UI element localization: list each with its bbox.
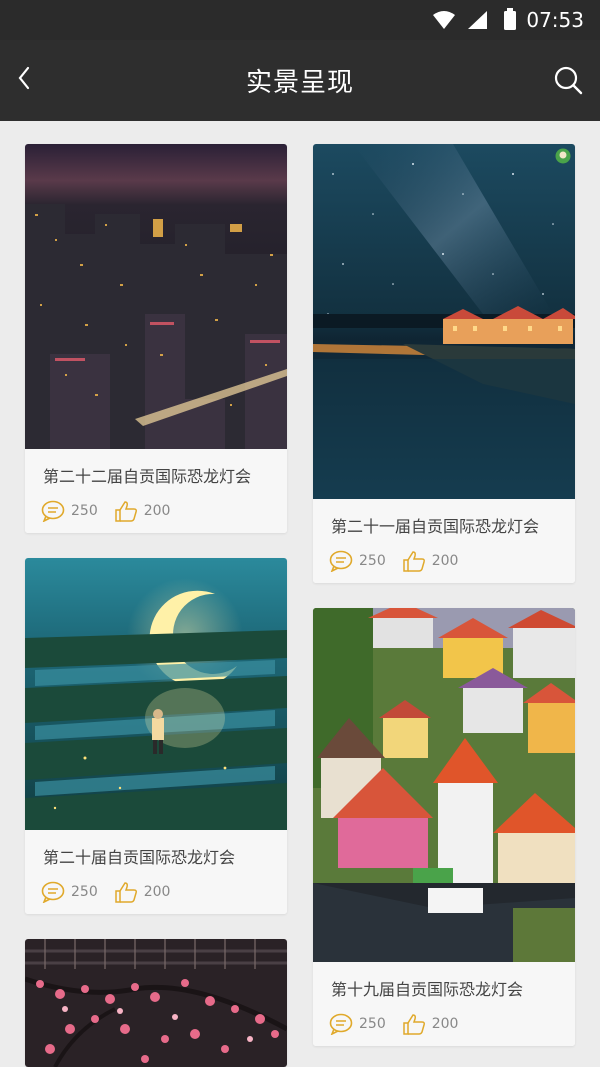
comment-icon[interactable] [329, 550, 353, 572]
card-stats: 250 200 [41, 880, 186, 904]
search-icon [554, 66, 583, 95]
gallery-card[interactable]: 第二十届自贡国际恐龙灯会 250 200 [25, 558, 287, 914]
watermark-logo-icon [555, 148, 571, 164]
search-button[interactable] [550, 62, 586, 98]
status-time: 07:53 [526, 8, 584, 32]
app-bar: 实景呈现 [0, 40, 600, 121]
card-caption: 第二十二届自贡国际恐龙灯会 250 200 [25, 449, 287, 533]
status-bar: 07:53 [0, 0, 600, 40]
comment-count: 250 [359, 553, 386, 569]
card-title: 第十九届自贡国际恐龙灯会 [331, 980, 524, 999]
card-stats: 250 200 [41, 499, 186, 523]
card-caption: 第二十一届自贡国际恐龙灯会 250 200 [313, 499, 575, 583]
comment-icon[interactable] [329, 1013, 353, 1035]
card-title: 第二十届自贡国际恐龙灯会 [43, 848, 236, 867]
thumbs-up-icon[interactable] [114, 881, 138, 903]
gallery-card[interactable]: 第二十二届自贡国际恐龙灯会 250 200 [25, 144, 287, 533]
comment-icon[interactable] [41, 881, 65, 903]
gallery-card[interactable] [25, 939, 287, 1067]
comment-count: 250 [71, 503, 98, 519]
thumbs-up-icon[interactable] [402, 550, 426, 572]
like-count: 200 [431, 1016, 459, 1032]
like-count: 200 [431, 553, 459, 569]
comment-icon[interactable] [41, 500, 65, 522]
signal-icon [468, 11, 487, 29]
like-count: 200 [143, 503, 171, 519]
card-image-starry-river-town[interactable] [313, 144, 575, 499]
card-caption: 第二十届自贡国际恐龙灯会 250 200 [25, 830, 287, 914]
thumbs-up-icon[interactable] [114, 500, 138, 522]
battery-icon [504, 8, 516, 30]
gallery-card[interactable]: 第十九届自贡国际恐龙灯会 250 200 [313, 608, 575, 1046]
card-title: 第二十一届自贡国际恐龙灯会 [331, 517, 540, 536]
thumbs-up-icon[interactable] [402, 1013, 426, 1035]
card-stats: 250 200 [329, 1012, 474, 1036]
card-title: 第二十二届自贡国际恐龙灯会 [43, 467, 252, 486]
card-image-night-city[interactable] [25, 144, 287, 449]
gallery-card[interactable]: 第二十一届自贡国际恐龙灯会 250 200 [313, 144, 575, 583]
comment-count: 250 [71, 884, 98, 900]
comment-count: 250 [359, 1016, 386, 1032]
wifi-icon [433, 11, 455, 29]
card-caption: 第十九届自贡国际恐龙灯会 250 200 [313, 962, 575, 1046]
card-image-plum-blossoms[interactable] [25, 939, 287, 1067]
card-image-old-town-rooftops[interactable] [313, 608, 575, 962]
card-image-crescent-moon[interactable] [25, 558, 287, 830]
card-stats: 250 200 [329, 549, 474, 573]
like-count: 200 [143, 884, 171, 900]
page-title: 实景呈现 [245, 68, 354, 98]
